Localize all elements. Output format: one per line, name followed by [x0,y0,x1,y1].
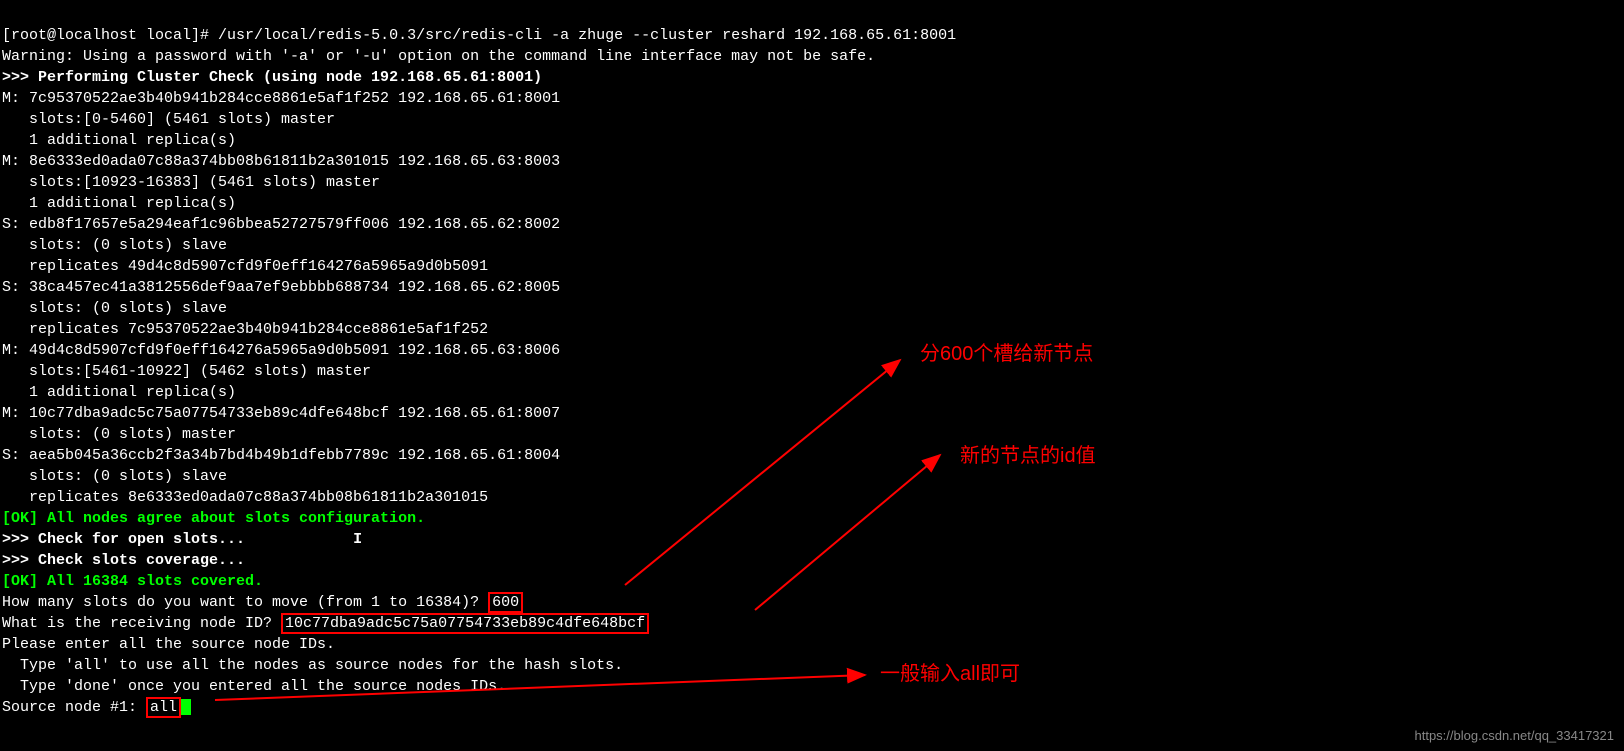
node-info: slots: (0 slots) slave [2,300,227,317]
node-info: 1 additional replica(s) [2,384,236,401]
node-info: M: 8e6333ed0ada07c88a374bb08b61811b2a301… [2,153,560,170]
annotation-slots: 分600个槽给新节点 [920,340,1093,368]
node-info: S: 38ca457ec41a3812556def9aa7ef9ebbbb688… [2,279,560,296]
question-receiving: What is the receiving node ID? 10c77dba9… [2,613,649,634]
annotation-node-id: 新的节点的id值 [960,442,1096,470]
node-info: M: 49d4c8d5907cfd9f0eff164276a5965a9d0b5… [2,342,560,359]
node-info: 1 additional replica(s) [2,132,236,149]
node-info: S: aea5b045a36ccb2f3a34b7bd4b49b1dfebb77… [2,447,560,464]
check-open-slots: >>> Check for open slots... I [2,531,362,548]
node-info: slots:[10923-16383] (5461 slots) master [2,174,380,191]
node-info: S: edb8f17657e5a294eaf1c96bbea52727579ff… [2,216,560,233]
input-receiving-id[interactable]: 10c77dba9adc5c75a07754733eb89c4dfe648bcf [281,613,649,634]
node-info: 1 additional replica(s) [2,195,236,212]
source-prompt: Source node #1: all [2,699,191,716]
source-all-hint: Type 'all' to use all the nodes as sourc… [2,657,623,674]
text-cursor-icon: I [353,529,362,550]
terminal-output: [root@localhost local]# /usr/local/redis… [0,0,1624,722]
node-info: M: 7c95370522ae3b40b941b284cce8861e5af1f… [2,90,560,107]
terminal-cursor-icon [181,699,191,715]
node-info: replicates 49d4c8d5907cfd9f0eff164276a59… [2,258,488,275]
command-line: /usr/local/redis-5.0.3/src/redis-cli -a … [218,27,956,44]
input-slots[interactable]: 600 [488,592,523,613]
source-intro: Please enter all the source node IDs. [2,636,335,653]
node-info: slots: (0 slots) slave [2,237,227,254]
warning-line: Warning: Using a password with '-a' or '… [2,48,875,65]
node-info: replicates 7c95370522ae3b40b941b284cce88… [2,321,488,338]
node-info: slots:[5461-10922] (5462 slots) master [2,363,371,380]
watermark: https://blog.csdn.net/qq_33417321 [1415,727,1615,745]
node-info: slots: (0 slots) master [2,426,236,443]
check-slots-coverage: >>> Check slots coverage... [2,552,245,569]
node-info: slots: (0 slots) slave [2,468,227,485]
node-info: M: 10c77dba9adc5c75a07754733eb89c4dfe648… [2,405,560,422]
question-slots: How many slots do you want to move (from… [2,592,523,613]
node-info: replicates 8e6333ed0ada07c88a374bb08b618… [2,489,488,506]
source-done-hint: Type 'done' once you entered all the sou… [2,678,506,695]
ok-covered: [OK] All 16384 slots covered. [2,573,263,590]
annotation-all: 一般输入all即可 [880,660,1020,688]
ok-config: [OK] All nodes agree about slots configu… [2,510,425,527]
shell-prompt: [root@localhost local]# [2,27,218,44]
performing-check: >>> Performing Cluster Check (using node… [2,69,542,86]
input-source[interactable]: all [146,697,181,718]
node-info: slots:[0-5460] (5461 slots) master [2,111,335,128]
